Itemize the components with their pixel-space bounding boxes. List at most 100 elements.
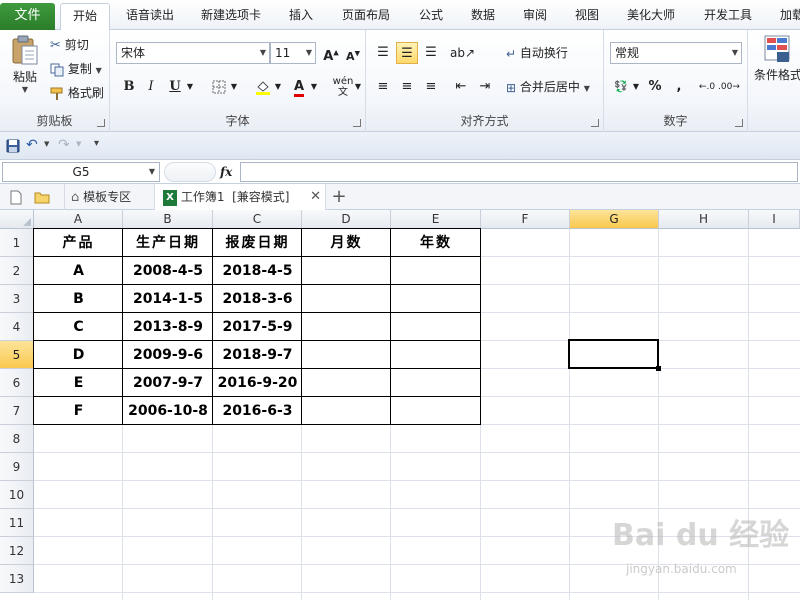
table-cell[interactable]: C xyxy=(34,313,123,341)
chevron-down-icon[interactable]: ▼ xyxy=(352,76,364,98)
tab-view[interactable]: 视图 xyxy=(566,3,608,30)
column-header-a[interactable]: A xyxy=(34,210,123,229)
customize-qat-icon[interactable]: ▾ xyxy=(94,138,99,149)
table-cell[interactable]: 2008-4-5 xyxy=(123,257,213,285)
workbook-tab[interactable]: X 工作簿1 [兼容模式] ✕ xyxy=(154,184,326,211)
chevron-down-icon[interactable]: ▼ xyxy=(44,140,49,148)
name-box[interactable]: G5 ▼ xyxy=(2,162,160,182)
column-header-e[interactable]: E xyxy=(391,210,481,229)
number-launcher-icon[interactable] xyxy=(735,119,743,127)
row-header-10[interactable]: 10 xyxy=(0,481,34,509)
tab-data[interactable]: 数据 xyxy=(462,3,504,30)
chevron-down-icon[interactable]: ▼ xyxy=(228,76,240,98)
row-header-6[interactable]: 6 xyxy=(0,369,34,397)
new-tab-button[interactable]: + xyxy=(330,184,348,210)
cut-button[interactable]: ✂ 剪切 xyxy=(50,34,89,56)
close-icon[interactable]: ✕ xyxy=(310,184,321,210)
table-cell[interactable]: F xyxy=(34,397,123,425)
table-cell[interactable] xyxy=(302,369,391,397)
chevron-down-icon[interactable]: ▼ xyxy=(184,76,196,98)
align-middle-button[interactable]: ☰ xyxy=(396,42,418,64)
wrap-text-button[interactable]: ↵ 自动换行 xyxy=(506,42,568,64)
row-header-1[interactable]: 1 xyxy=(0,229,34,257)
table-cell[interactable] xyxy=(302,257,391,285)
comma-button[interactable]: , xyxy=(668,76,690,98)
align-top-button[interactable]: ☰ xyxy=(372,42,394,64)
decrease-decimal-button[interactable]: .00→ xyxy=(718,76,740,98)
row-header-12[interactable]: 12 xyxy=(0,537,34,565)
column-header-g[interactable]: G xyxy=(570,210,659,229)
fill-handle[interactable] xyxy=(656,366,661,371)
table-cell[interactable]: 2007-9-7 xyxy=(123,369,213,397)
table-cell[interactable]: 2016-6-3 xyxy=(213,397,302,425)
column-header-h[interactable]: H xyxy=(659,210,749,229)
orientation-button[interactable]: ab↗ xyxy=(450,42,475,64)
new-document-icon[interactable] xyxy=(10,190,22,205)
font-color-button[interactable]: A xyxy=(288,76,310,98)
align-left-button[interactable]: ≡ xyxy=(372,76,394,98)
undo-icon[interactable]: ↶ xyxy=(26,137,38,153)
column-header-d[interactable]: D xyxy=(302,210,391,229)
column-header-f[interactable]: F xyxy=(481,210,570,229)
table-header-cell[interactable]: 报废日期 xyxy=(213,229,302,257)
table-cell[interactable]: E xyxy=(34,369,123,397)
table-header-cell[interactable]: 月数 xyxy=(302,229,391,257)
tab-new-tab[interactable]: 新建选项卡 xyxy=(192,3,270,30)
formula-bar-expand-handle[interactable] xyxy=(164,162,216,182)
formula-input[interactable] xyxy=(240,162,798,182)
chevron-down-icon[interactable]: ▼ xyxy=(308,76,320,98)
table-cell[interactable] xyxy=(391,369,481,397)
font-name-select[interactable]: 宋体 ▼ xyxy=(116,42,270,64)
table-cell[interactable]: D xyxy=(34,341,123,369)
percent-button[interactable]: % xyxy=(644,76,666,98)
decrease-indent-button[interactable]: ⇤ xyxy=(450,76,472,98)
column-header-i[interactable]: I xyxy=(749,210,800,229)
table-cell[interactable] xyxy=(302,341,391,369)
font-launcher-icon[interactable] xyxy=(353,119,361,127)
align-right-button[interactable]: ≡ xyxy=(420,76,442,98)
clipboard-launcher-icon[interactable] xyxy=(97,119,105,127)
chevron-down-icon[interactable]: ▼ xyxy=(76,140,81,148)
row-header-2[interactable]: 2 xyxy=(0,257,34,285)
row-header-7[interactable]: 7 xyxy=(0,397,34,425)
row-header-8[interactable]: 8 xyxy=(0,425,34,453)
tab-formulas[interactable]: 公式 xyxy=(410,3,452,30)
underline-button[interactable]: U xyxy=(164,76,186,98)
grow-font-button[interactable]: A▲ xyxy=(320,42,342,64)
table-cell[interactable]: 2018-4-5 xyxy=(213,257,302,285)
table-cell[interactable]: 2017-5-9 xyxy=(213,313,302,341)
format-painter-button[interactable]: 格式刷 xyxy=(50,82,104,104)
save-icon[interactable] xyxy=(6,139,20,153)
row-header-5[interactable]: 5 xyxy=(0,341,34,369)
tab-beautify[interactable]: 美化大师 xyxy=(618,3,684,30)
tab-developer[interactable]: 开发工具 xyxy=(696,3,760,30)
row-header-13[interactable]: 13 xyxy=(0,565,34,593)
redo-icon[interactable]: ↷ xyxy=(58,137,70,153)
tab-home[interactable]: 开始 xyxy=(60,3,110,31)
align-center-button[interactable]: ≡ xyxy=(396,76,418,98)
table-cell[interactable]: A xyxy=(34,257,123,285)
font-size-select[interactable]: 11 ▼ xyxy=(270,42,316,64)
table-cell[interactable]: B xyxy=(34,285,123,313)
alignment-launcher-icon[interactable] xyxy=(591,119,599,127)
table-cell[interactable] xyxy=(391,397,481,425)
increase-decimal-button[interactable]: ←.0 xyxy=(696,76,718,98)
bold-button[interactable]: B xyxy=(118,76,140,98)
table-cell[interactable]: 2018-9-7 xyxy=(213,341,302,369)
table-cell[interactable]: 2006-10-8 xyxy=(123,397,213,425)
number-format-select[interactable]: 常规 ▼ xyxy=(610,42,742,64)
tab-addins[interactable]: 加载 xyxy=(772,3,800,30)
table-cell[interactable] xyxy=(391,313,481,341)
tab-file[interactable]: 文件 xyxy=(0,3,55,30)
tab-insert[interactable]: 插入 xyxy=(280,3,322,30)
table-header-cell[interactable]: 年数 xyxy=(391,229,481,257)
currency-button[interactable]: 💱 xyxy=(610,76,632,98)
tab-review[interactable]: 审阅 xyxy=(514,3,556,30)
tab-page-layout[interactable]: 页面布局 xyxy=(334,3,398,30)
table-cell[interactable]: 2018-3-6 xyxy=(213,285,302,313)
row-header-11[interactable]: 11 xyxy=(0,509,34,537)
table-cell[interactable]: 2016-9-20 xyxy=(213,369,302,397)
column-header-b[interactable]: B xyxy=(123,210,213,229)
copy-button[interactable]: 复制 ▼ xyxy=(50,58,102,80)
table-cell[interactable] xyxy=(302,397,391,425)
